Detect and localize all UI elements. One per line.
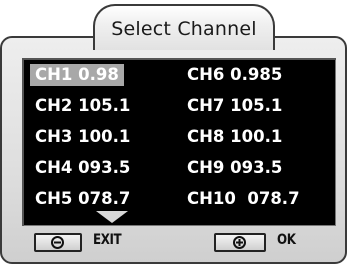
channel-select-screen: Select Channel CH1 0.98 CH2 105.1 CH3 10… — [0, 0, 347, 264]
channel-item-ch3[interactable]: CH3 100.1 — [35, 126, 130, 148]
title-tab: Select Channel — [93, 4, 275, 50]
exit-button[interactable] — [34, 233, 82, 252]
scroll-down-arrow-icon[interactable] — [96, 211, 128, 223]
minus-icon — [51, 236, 64, 249]
channel-item-ch1[interactable]: CH1 0.98 — [30, 64, 124, 86]
channel-item-ch9[interactable]: CH9 093.5 — [187, 157, 282, 179]
ok-button[interactable] — [214, 233, 266, 252]
channel-item-ch7[interactable]: CH7 105.1 — [187, 95, 282, 117]
dialog-title: Select Channel — [111, 18, 257, 40]
channel-item-ch5[interactable]: CH5 078.7 — [35, 188, 130, 210]
channel-item-ch4[interactable]: CH4 093.5 — [35, 157, 130, 179]
channel-item-ch10[interactable]: CH10 078.7 — [187, 188, 300, 210]
exit-label[interactable]: EXIT — [93, 232, 122, 248]
channel-item-ch6[interactable]: CH6 0.985 — [187, 64, 282, 86]
plus-icon — [233, 236, 246, 249]
ok-label[interactable]: OK — [277, 232, 296, 248]
channel-item-ch8[interactable]: CH8 100.1 — [187, 126, 282, 148]
channel-list: CH1 0.98 CH2 105.1 CH3 100.1 CH4 093.5 C… — [22, 58, 336, 226]
channel-item-ch2[interactable]: CH2 105.1 — [35, 95, 130, 117]
